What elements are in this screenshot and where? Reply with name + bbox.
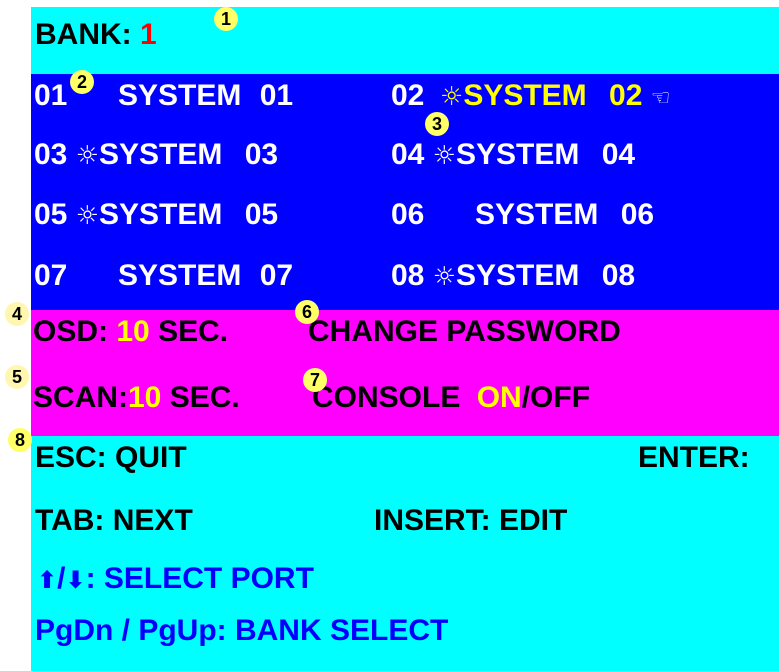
callout-1: 1 (214, 7, 238, 31)
port-item-07[interactable]: 07 (34, 259, 67, 293)
port-index: 05 (244, 198, 279, 231)
console-off[interactable]: /OFF (522, 381, 590, 414)
scan-unit: SEC. (169, 381, 240, 414)
port-name: SYSTEM (456, 138, 580, 171)
callout-4: 4 (5, 302, 29, 326)
port-index: 04 (601, 138, 636, 171)
sun-icon: ☼ (440, 82, 464, 112)
port-name: SYSTEM (118, 259, 242, 292)
scan-timeout-setting[interactable]: SCAN:10 SEC. (33, 381, 240, 415)
port-name: SYSTEM (456, 259, 580, 292)
sun-icon: ☼ (432, 141, 457, 171)
console-label: CONSOLE (312, 381, 461, 414)
port-name: SYSTEM (118, 79, 242, 112)
port-number: 07 (34, 259, 68, 292)
callout-6: 6 (295, 300, 319, 324)
port-item-01-name[interactable]: SYSTEM 01 (118, 79, 293, 113)
down-arrow-icon: ⬇ (65, 566, 86, 594)
osd-value[interactable]: 10 (116, 315, 149, 348)
callout-5: 5 (5, 365, 29, 389)
bank-number[interactable]: 1 (140, 18, 157, 51)
change-password-option[interactable]: CHANGE PASSWORD (308, 315, 621, 349)
port-name: SYSTEM (99, 138, 223, 171)
port-index: 03 (244, 138, 279, 171)
up-arrow-icon: ⬆ (37, 566, 58, 594)
port-name: SYSTEM (99, 198, 223, 231)
port-index: 07 (259, 259, 294, 292)
port-name: SYSTEM (475, 198, 599, 231)
osd-label: OSD: (33, 315, 108, 348)
sun-icon: ☼ (432, 262, 457, 292)
help-select-port: ⬆/⬇: SELECT PORT (37, 562, 314, 597)
help-insert-edit: INSERT: EDIT (374, 504, 568, 537)
port-item-02-name[interactable]: ☼SYSTEM 02 ☜ (440, 79, 670, 116)
port-number: 01 (34, 79, 68, 112)
callout-2: 2 (70, 70, 94, 94)
pointing-hand-icon: ☜ (650, 86, 671, 111)
port-item-07-name[interactable]: SYSTEM 07 (118, 259, 293, 293)
bank-label: BANK: (35, 18, 132, 51)
callout-3: 3 (425, 112, 449, 136)
console-toggle[interactable]: CONSOLE ON/OFF (312, 381, 590, 415)
console-on[interactable]: ON (477, 381, 522, 414)
scan-label: SCAN: (33, 381, 128, 414)
port-item-04[interactable]: 04 ☼SYSTEM 04 (391, 138, 635, 173)
port-number: 06 (391, 198, 425, 231)
port-item-03[interactable]: 03 ☼SYSTEM 03 (34, 138, 278, 173)
osd-timeout-setting[interactable]: OSD: 10 SEC. (33, 315, 228, 349)
port-number: 08 (391, 259, 425, 292)
bank-title: BANK: 1 (35, 18, 157, 52)
scan-value[interactable]: 10 (128, 381, 161, 414)
sun-icon: ☼ (75, 141, 100, 171)
port-item-06[interactable]: 06 (391, 198, 424, 232)
help-esc-quit: ESC: QUIT (35, 441, 187, 474)
port-number: 03 (34, 138, 68, 171)
port-number: 02 (391, 79, 425, 112)
port-item-02[interactable]: 02 (391, 79, 424, 113)
port-item-08[interactable]: 08 ☼SYSTEM 08 (391, 259, 635, 294)
port-item-05[interactable]: 05 ☼SYSTEM 05 (34, 198, 278, 233)
port-item-06-name[interactable]: SYSTEM 06 (475, 198, 654, 232)
help-enter: ENTER: (638, 441, 750, 474)
sun-icon: ☼ (75, 201, 100, 231)
port-number: 04 (391, 138, 425, 171)
help-bank-select: PgDn / PgUp: BANK SELECT (35, 614, 449, 647)
port-index: 01 (259, 79, 294, 112)
port-index: 08 (601, 259, 636, 292)
port-index: 06 (620, 198, 655, 231)
callout-7: 7 (303, 368, 327, 392)
callout-8: 8 (8, 428, 32, 452)
port-number: 05 (34, 198, 68, 231)
port-item-01[interactable]: 01 (34, 79, 67, 113)
port-index: 02 (609, 79, 643, 112)
osd-unit: SEC. (158, 315, 229, 348)
port-name: SYSTEM (463, 79, 587, 112)
select-port-text: : SELECT PORT (85, 562, 314, 595)
help-tab-next: TAB: NEXT (35, 504, 193, 537)
